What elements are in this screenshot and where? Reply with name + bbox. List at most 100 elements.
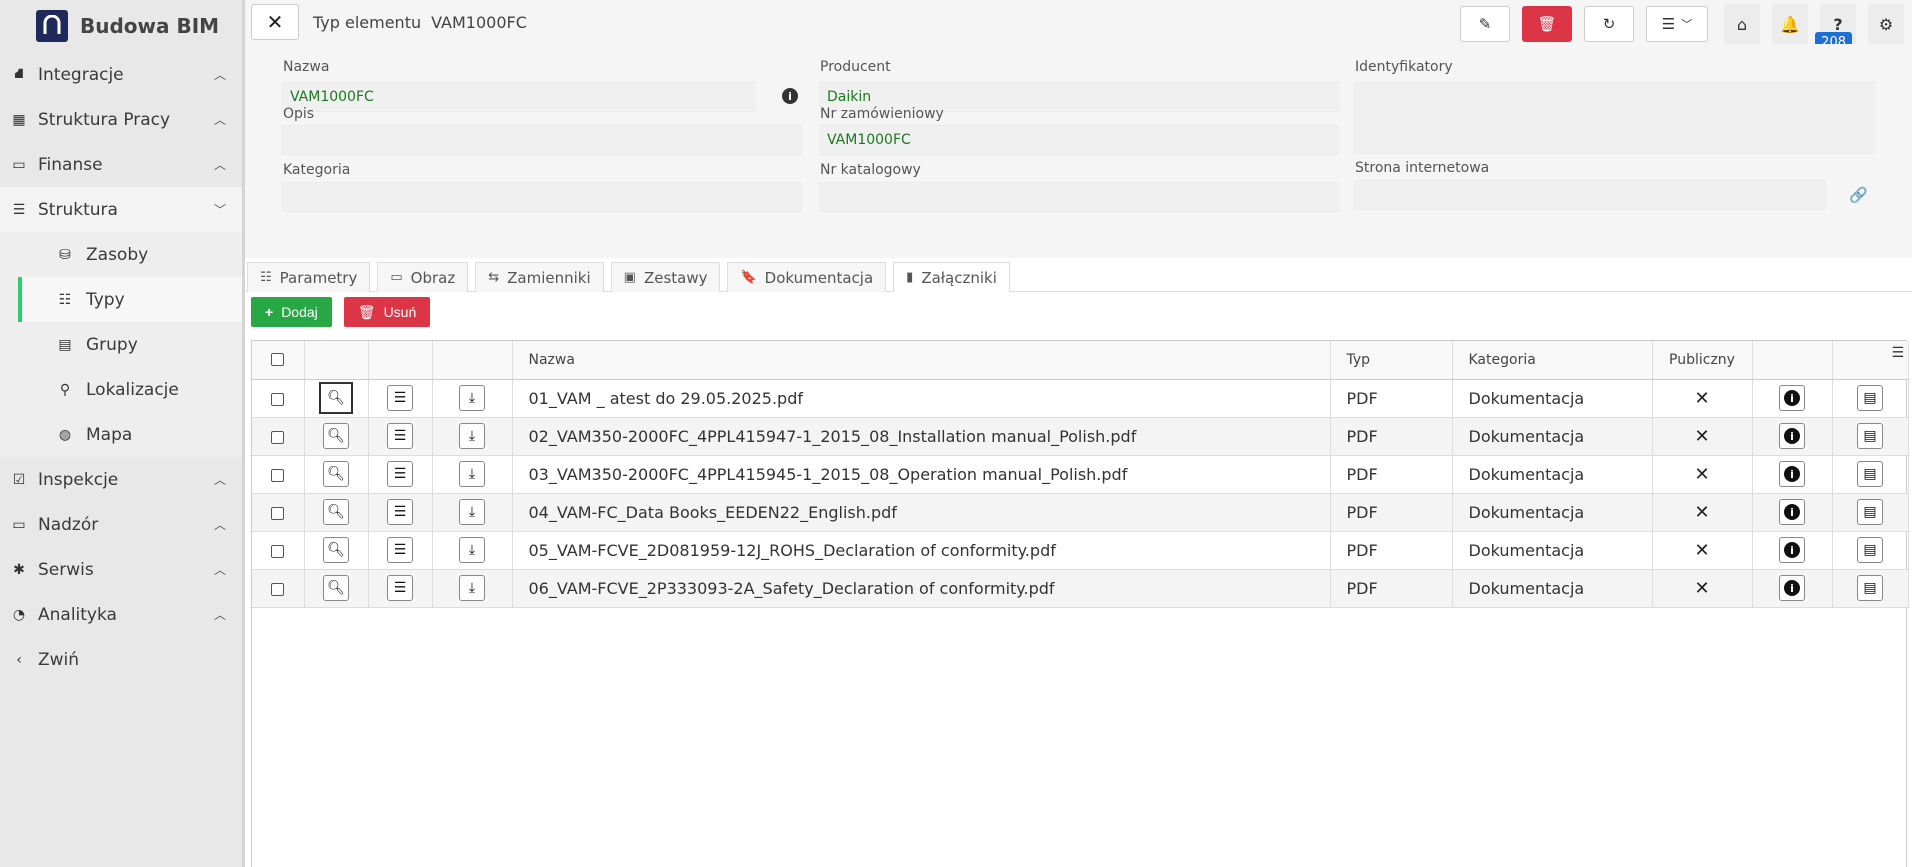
- header-kategoria[interactable]: Kategoria: [1452, 341, 1653, 380]
- info-button[interactable]: i: [1752, 569, 1833, 608]
- preview-button[interactable]: 🔍︎: [304, 493, 369, 532]
- download-button[interactable]: ⤓: [432, 379, 513, 418]
- sidebar-item-integracje[interactable]: ⛘ Integracje ︿: [0, 52, 242, 97]
- preview-button[interactable]: 🔍︎: [304, 531, 369, 570]
- delete-button[interactable]: 🗑: [1522, 6, 1572, 42]
- public-flag[interactable]: ✕: [1652, 455, 1753, 494]
- select-all-checkbox[interactable]: [252, 341, 305, 380]
- opis-field[interactable]: [282, 125, 802, 155]
- sidebar-item-struktura-pracy[interactable]: ▦ Struktura Pracy ︿: [0, 97, 242, 142]
- sidebar-item-grupy[interactable]: ▤ Grupy: [18, 322, 242, 367]
- tab-zestawy[interactable]: ▣ Zestawy: [610, 262, 721, 292]
- download-button[interactable]: ⤓: [432, 569, 513, 608]
- preview-button[interactable]: 🔍︎: [304, 379, 369, 418]
- details-button[interactable]: ☰: [368, 417, 433, 456]
- sidebar-item-mapa[interactable]: ◍ Mapa: [18, 412, 242, 457]
- public-flag[interactable]: ✕: [1652, 379, 1753, 418]
- view-button[interactable]: ▤: [1832, 569, 1909, 608]
- sidebar-item-lokalizacje[interactable]: ⚲ Lokalizacje: [18, 367, 242, 412]
- table-row[interactable]: 🔍︎ ☰ ⤓ 06_VAM-FCVE_2P333093-2A_Safety_Decla…: [252, 569, 1909, 608]
- preview-button[interactable]: 🔍︎: [304, 417, 369, 456]
- row-checkbox[interactable]: [252, 493, 305, 532]
- preview-button[interactable]: 🔍︎: [304, 569, 369, 608]
- row-checkbox[interactable]: [252, 455, 305, 494]
- view-button[interactable]: ▤: [1832, 379, 1909, 418]
- details-button[interactable]: ☰: [368, 531, 433, 570]
- public-flag[interactable]: ✕: [1652, 417, 1753, 456]
- table-row[interactable]: 🔍︎ ☰ ⤓ 02_VAM350-2000FC_4PPL415947-1_2015_0…: [252, 417, 1909, 456]
- link-icon[interactable]: 🔗: [1849, 186, 1868, 204]
- refresh-button[interactable]: ↻: [1584, 6, 1634, 42]
- public-flag[interactable]: ✕: [1652, 531, 1753, 570]
- home-button[interactable]: ⌂: [1724, 4, 1760, 44]
- notifications-button[interactable]: 🔔: [1772, 4, 1808, 44]
- header-typ[interactable]: Typ: [1330, 341, 1453, 380]
- info-button[interactable]: i: [1752, 417, 1833, 456]
- brand[interactable]: Budowa BIM: [0, 0, 242, 52]
- sidebar-item-inspekcje[interactable]: ☑ Inspekcje ︿: [0, 457, 242, 502]
- info-button[interactable]: i: [1752, 379, 1833, 418]
- download-button[interactable]: ⤓: [432, 417, 513, 456]
- settings-button[interactable]: ⚙: [1868, 4, 1904, 44]
- identyfikatory-field[interactable]: [1354, 82, 1875, 154]
- details-button[interactable]: ☰: [368, 493, 433, 532]
- close-button[interactable]: ✕: [251, 4, 299, 40]
- info-icon[interactable]: i: [782, 88, 798, 104]
- strona-internetowa-field[interactable]: [1354, 180, 1826, 210]
- sidebar-item-serwis[interactable]: ✱ Serwis ︿: [0, 547, 242, 592]
- header-publiczny[interactable]: Publiczny: [1652, 341, 1753, 380]
- download-button[interactable]: ⤓: [432, 493, 513, 532]
- tab-parametry[interactable]: ☷ Parametry: [247, 262, 371, 292]
- row-checkbox[interactable]: [252, 531, 305, 570]
- tab-dokumentacja[interactable]: 🔖 Dokumentacja: [727, 262, 887, 292]
- remove-button[interactable]: 🗑 Usuń: [343, 297, 431, 327]
- checkbox-icon: ☑: [12, 471, 26, 488]
- table-row[interactable]: 🔍︎ ☰ ⤓ 03_VAM350-2000FC_4PPL415945-1_2015_0…: [252, 455, 1909, 494]
- preview-button[interactable]: 🔍︎: [304, 455, 369, 494]
- download-button[interactable]: ⤓: [432, 531, 513, 570]
- view-button[interactable]: ▤: [1832, 455, 1909, 494]
- download-button[interactable]: ⤓: [432, 455, 513, 494]
- column-menu-icon[interactable]: ☰: [1891, 345, 1904, 361]
- public-flag[interactable]: ✕: [1652, 569, 1753, 608]
- edit-button[interactable]: ✎: [1460, 6, 1510, 42]
- view-button[interactable]: ▤: [1832, 531, 1909, 570]
- chevron-up-icon: ︿: [213, 113, 226, 127]
- table-row[interactable]: 🔍︎ ☰ ⤓ 01_VAM _ atest do 29.05.2025.pdf PDF D…: [252, 379, 1909, 418]
- row-checkbox[interactable]: [252, 379, 305, 418]
- view-button[interactable]: ▤: [1832, 417, 1909, 456]
- file-type: PDF: [1330, 569, 1453, 608]
- menu-dropdown-button[interactable]: ☰ ﹀: [1646, 6, 1708, 42]
- table-row[interactable]: 🔍︎ ☰ ⤓ 05_VAM-FCVE_2D081959-12J_ROHS_Declar…: [252, 531, 1909, 570]
- public-flag[interactable]: ✕: [1652, 493, 1753, 532]
- kategoria-field[interactable]: [282, 182, 802, 212]
- nr-zamowieniowy-field[interactable]: VAM1000FC: [819, 125, 1339, 155]
- header-download: [432, 341, 513, 380]
- details-button[interactable]: ☰: [368, 455, 433, 494]
- nazwa-field[interactable]: VAM1000FC: [282, 82, 755, 112]
- header-nazwa[interactable]: Nazwa: [512, 341, 1331, 380]
- nr-katalogowy-field[interactable]: [819, 182, 1339, 212]
- edit-icon: ✎: [1478, 15, 1492, 33]
- sidebar-item-finanse[interactable]: ▭ Finanse ︿: [0, 142, 242, 187]
- sidebar-item-analityka[interactable]: ◔ Analityka ︿: [0, 592, 242, 637]
- add-button[interactable]: + Dodaj: [251, 297, 332, 327]
- view-button[interactable]: ▤: [1832, 493, 1909, 532]
- tab-obraz[interactable]: ▭ Obraz: [377, 262, 469, 292]
- info-button[interactable]: i: [1752, 455, 1833, 494]
- row-checkbox[interactable]: [252, 417, 305, 456]
- details-button[interactable]: ☰: [368, 379, 433, 418]
- info-button[interactable]: i: [1752, 531, 1833, 570]
- sidebar-item-zwin[interactable]: ‹ Zwiń: [0, 637, 242, 682]
- magnifier-icon: 🔍︎: [319, 382, 353, 414]
- info-button[interactable]: i: [1752, 493, 1833, 532]
- tab-zalaczniki[interactable]: ▮ Załączniki: [893, 262, 1010, 292]
- sidebar-item-zasoby[interactable]: ⛁ Zasoby: [18, 232, 242, 277]
- table-row[interactable]: 🔍︎ ☰ ⤓ 04_VAM-FC_Data Books_EEDEN22_English…: [252, 493, 1909, 532]
- sidebar-item-nadzor[interactable]: ▭ Nadzór ︿: [0, 502, 242, 547]
- tab-zamienniki[interactable]: ⇆ Zamienniki: [475, 262, 604, 292]
- sidebar-item-typy[interactable]: ☷ Typy: [18, 277, 242, 322]
- details-button[interactable]: ☰: [368, 569, 433, 608]
- sidebar-item-struktura[interactable]: ☰ Struktura ﹀: [0, 187, 242, 232]
- row-checkbox[interactable]: [252, 569, 305, 608]
